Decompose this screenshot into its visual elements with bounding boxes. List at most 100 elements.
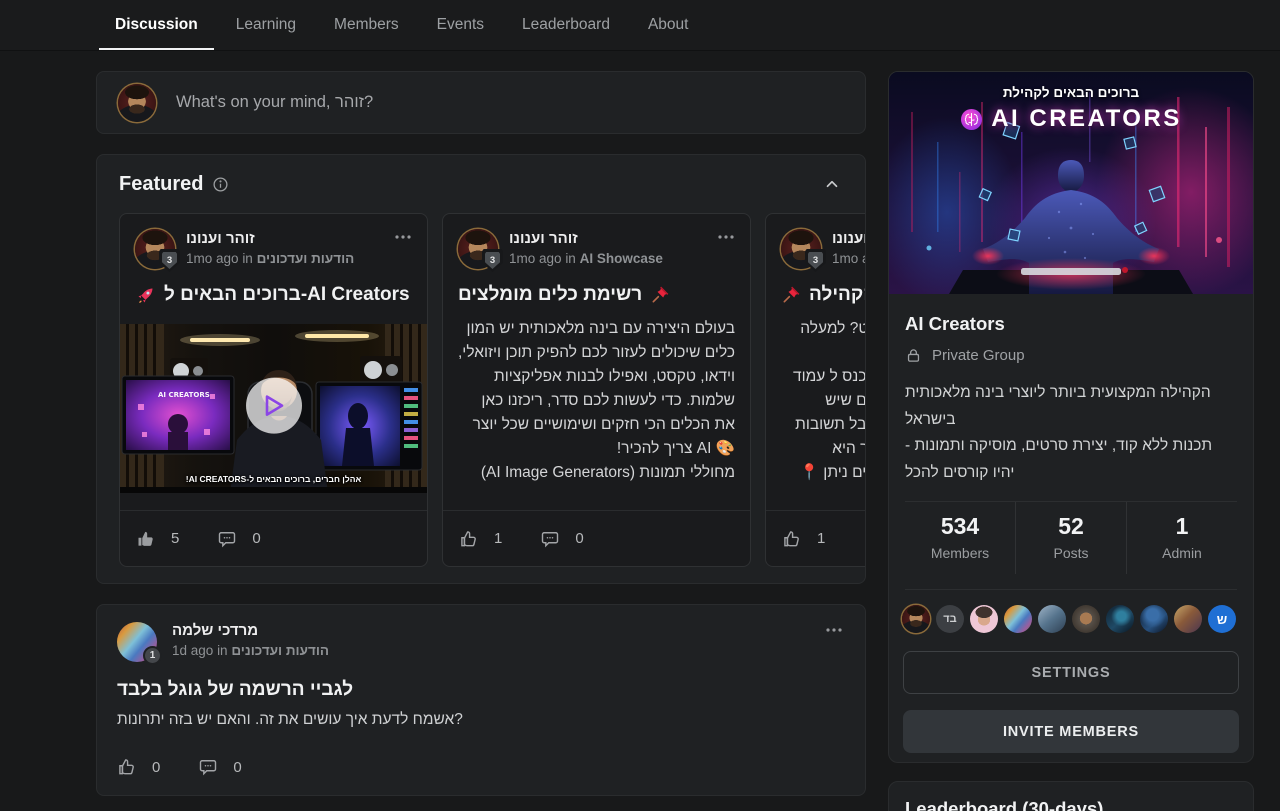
rocket-emoji-icon — [135, 285, 156, 306]
featured-cards-row: 3 זוהר וענונו 1mo ago in הודעות ועדכונים — [119, 213, 866, 567]
thumbs-up-filled-icon — [136, 529, 156, 549]
post-meta: 1mo ago in הודעות ועדכונים — [186, 251, 354, 266]
member-avatar[interactable] — [902, 605, 930, 633]
author-name[interactable]: זוהר וענונו — [186, 230, 354, 247]
banner-welcome-text: ברוכים הבאים לקהילת — [889, 85, 1253, 100]
comment-button[interactable]: 0 — [217, 529, 260, 549]
info-icon[interactable] — [212, 176, 229, 193]
member-avatar[interactable] — [1038, 605, 1066, 633]
feed-post[interactable]: 1 מרדכי שלמה 1d ago in הודעות ועדכונים ל… — [96, 604, 866, 796]
category-link[interactable]: AI Showcase — [580, 251, 663, 266]
member-avatar-initials[interactable]: בד — [936, 605, 964, 633]
stat-members[interactable]: 534 Members — [905, 502, 1015, 574]
like-count: 5 — [171, 530, 179, 547]
top-nav: Discussion Learning Members Events Leade… — [0, 0, 1280, 51]
member-avatar[interactable] — [1004, 605, 1032, 633]
post-footer: 1 — [766, 510, 866, 566]
featured-section: Featured 3 זוהר וענונו 1mo ago in הודעות… — [96, 154, 866, 584]
tab-leaderboard[interactable]: Leaderboard — [520, 0, 612, 50]
category-link[interactable]: הודעות ועדכונים — [231, 643, 329, 658]
post-title[interactable]: רשימת כלים מומלצים — [458, 284, 735, 306]
level-badge: 1 — [143, 646, 162, 665]
post-title[interactable]: חוקי הקהילה — [781, 284, 866, 306]
svg-text:AI CREATORS: AI CREATORS — [158, 391, 210, 399]
tab-discussion[interactable]: Discussion — [113, 0, 200, 50]
video-caption: אהלן חברים, ברוכים הבאים ל-AI CREATORS! — [120, 474, 427, 484]
comment-count: 0 — [252, 530, 260, 547]
post-footer: 1 0 — [443, 510, 750, 566]
like-button[interactable]: 0 — [117, 757, 160, 777]
comment-count: 0 — [575, 530, 583, 547]
thumbs-up-icon — [782, 529, 802, 549]
group-stats: 534 Members 52 Posts 1 Admin — [905, 502, 1237, 574]
author-avatar[interactable]: 3 — [458, 229, 498, 269]
post-menu-icon[interactable] — [825, 627, 843, 633]
like-button[interactable]: 1 — [782, 529, 825, 549]
tab-learning[interactable]: Learning — [234, 0, 298, 50]
pushpin-emoji-icon — [650, 285, 670, 305]
post-menu-icon[interactable] — [394, 234, 412, 240]
like-count: 0 — [152, 759, 160, 776]
post-title[interactable]: ברוכים הבאים ל-AI Creators — [135, 284, 412, 306]
author-avatar[interactable]: 3 — [781, 229, 821, 269]
tab-events[interactable]: Events — [435, 0, 486, 50]
author-name[interactable]: מרדכי שלמה — [172, 622, 329, 639]
thumbs-up-icon — [459, 529, 479, 549]
brain-icon — [960, 108, 983, 131]
post-composer[interactable]: What's on your mind, זוהר? — [96, 71, 866, 134]
level-badge: 3 — [482, 249, 503, 272]
featured-card-tools[interactable]: 3 זוהר וענונו 1mo ago in AI Showcase רשי… — [442, 213, 751, 567]
post-footer: 5 0 — [120, 510, 427, 566]
featured-card-rules[interactable]: 3 זוהר וענונו 1mo ago in חוקי הקהילה עשי… — [765, 213, 866, 567]
stat-posts[interactable]: 52 Posts — [1015, 502, 1126, 574]
tab-about[interactable]: About — [646, 0, 691, 50]
member-avatar-initials[interactable]: ש — [1208, 605, 1236, 633]
like-count: 1 — [494, 530, 502, 547]
group-description: הקהילה המקצועית ביותר ליוצרי בינה מלאכות… — [905, 380, 1237, 486]
privacy-row: Private Group — [905, 347, 1237, 364]
leaderboard-title: Leaderboard (30-days) — [905, 798, 1237, 811]
comment-button[interactable]: 0 — [540, 529, 583, 549]
post-meta: 1mo ago in — [832, 251, 866, 266]
author-name[interactable]: זוהר וענונו — [832, 230, 866, 247]
post-title[interactable]: לגביי הרשמה של גוגל בלבד — [117, 679, 845, 701]
post-body: אשמח לדעת איך עושים את זה. והאם יש בזה י… — [117, 711, 845, 729]
post-menu-icon[interactable] — [717, 234, 735, 240]
member-avatar[interactable] — [1174, 605, 1202, 633]
comment-button[interactable]: 0 — [198, 757, 241, 777]
lock-icon — [905, 347, 922, 364]
member-avatar-stack: בד ש — [902, 605, 1253, 633]
invite-members-button[interactable]: INVITE MEMBERS — [903, 710, 1239, 753]
group-info-card: ברוכים הבאים לקהילת AI CREATORS AI Creat… — [888, 71, 1254, 763]
divider — [905, 589, 1237, 590]
settings-button[interactable]: SETTINGS — [903, 651, 1239, 694]
author-name[interactable]: זוהר וענונו — [509, 230, 663, 247]
featured-title: Featured — [119, 173, 203, 196]
comment-icon — [198, 757, 218, 777]
group-banner[interactable]: ברוכים הבאים לקהילת AI CREATORS — [889, 72, 1253, 294]
thumbs-up-icon — [117, 757, 137, 777]
member-avatar[interactable] — [1140, 605, 1168, 633]
leaderboard-card: Leaderboard (30-days) — [888, 781, 1254, 811]
category-link[interactable]: הודעות ועדכונים — [257, 251, 355, 266]
post-body: עשיתם כבר לייק ותגובה לפוסט? למעלה ✅ כדי… — [781, 317, 866, 487]
author-avatar[interactable]: 3 — [135, 229, 175, 269]
chevron-up-icon[interactable] — [823, 175, 841, 193]
tab-members[interactable]: Members — [332, 0, 401, 50]
like-button[interactable]: 1 — [459, 529, 502, 549]
member-avatar[interactable] — [1072, 605, 1100, 633]
author-avatar[interactable]: 1 — [117, 622, 157, 662]
post-body: בעולם היצירה עם בינה מלאכותית יש המון כל… — [458, 317, 735, 487]
pushpin-emoji-icon — [781, 285, 801, 305]
post-meta: 1d ago in הודעות ועדכונים — [172, 643, 329, 658]
video-thumbnail[interactable]: AI CREATORS אהלן חברים — [120, 324, 427, 493]
composer-placeholder: What's on your mind, זוהר? — [176, 93, 373, 112]
comment-icon — [540, 529, 560, 549]
featured-card-welcome[interactable]: 3 זוהר וענונו 1mo ago in הודעות ועדכונים — [119, 213, 428, 567]
stat-admins[interactable]: 1 Admin — [1126, 502, 1237, 574]
member-avatar[interactable] — [970, 605, 998, 633]
member-avatar[interactable] — [1106, 605, 1134, 633]
like-button[interactable]: 5 — [136, 529, 179, 549]
play-button-icon[interactable] — [246, 377, 302, 433]
current-user-avatar[interactable] — [118, 84, 156, 122]
